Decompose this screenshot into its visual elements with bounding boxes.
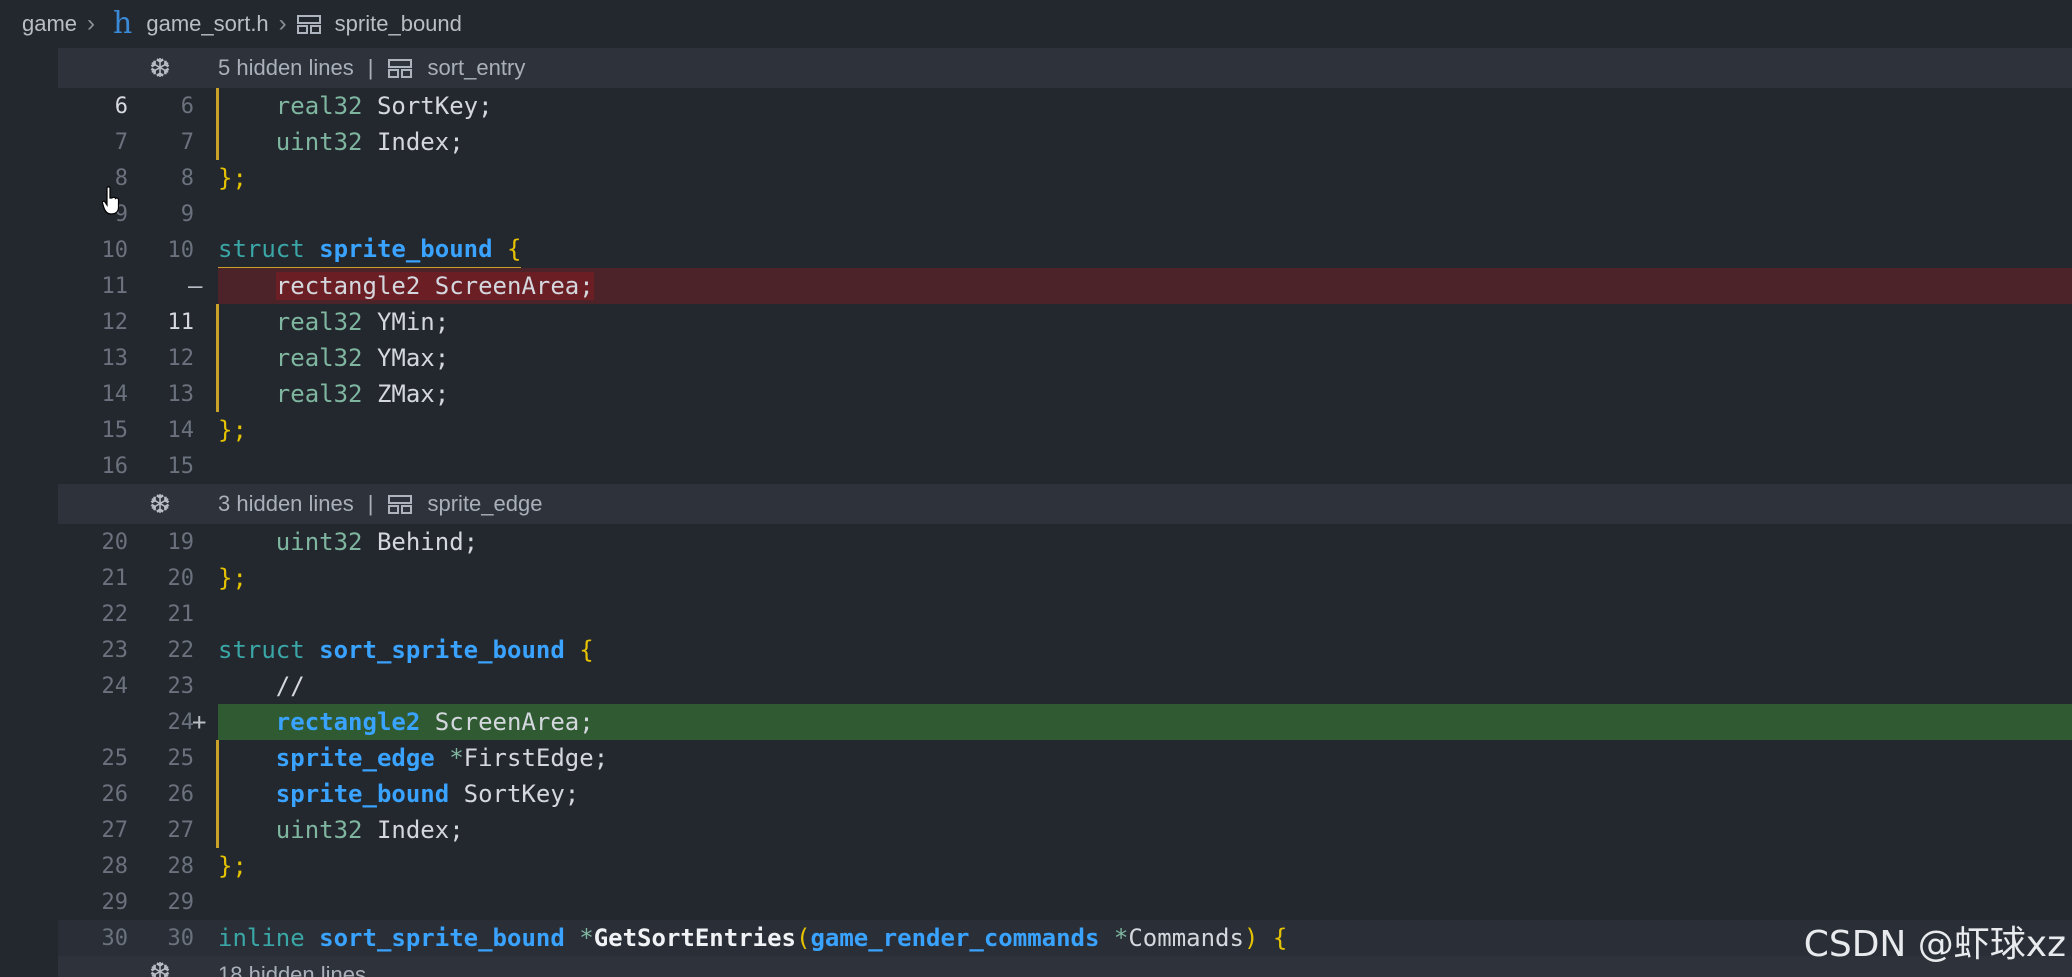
code-line[interactable]: 24 23 // <box>58 668 2072 704</box>
diff-editor[interactable]: ❆ 5 hidden lines | sort_entry 6 6 real32… <box>58 48 2072 977</box>
chevron-right-icon: › <box>278 10 287 37</box>
struct-icon <box>387 495 412 514</box>
code-line[interactable]: 23 22 struct sort_sprite_bound { <box>58 632 2072 668</box>
code-line[interactable]: 29 29 <box>58 884 2072 920</box>
code-line[interactable]: 15 14 }; <box>58 412 2072 448</box>
code-line[interactable]: 26 26 sprite_bound SortKey; <box>58 776 2072 812</box>
code-line[interactable]: 7 7 uint32 Index; <box>58 124 2072 160</box>
struct-icon <box>387 59 412 78</box>
fold-label[interactable]: 3 hidden lines | sprite_edge <box>218 491 542 517</box>
code-line[interactable]: 20 19 uint32 Behind; <box>58 524 2072 560</box>
watermark: CSDN @虾球xz <box>1803 924 2066 965</box>
header-file-icon: h <box>113 6 133 41</box>
code-line[interactable]: 22 21 <box>58 596 2072 632</box>
code-line[interactable]: 12 11 real32 YMin; <box>58 304 2072 340</box>
fold-label[interactable]: 18 hidden lines <box>218 962 366 977</box>
code-line[interactable]: 16 15 <box>58 448 2072 484</box>
unfold-icon[interactable]: ❆ <box>146 958 174 977</box>
hand-cursor-icon <box>102 186 120 215</box>
code-line[interactable]: 13 12 real32 YMax; <box>58 340 2072 376</box>
hidden-lines-fold[interactable]: ❆ 18 hidden lines <box>58 956 2072 977</box>
addition-marker: + <box>192 708 207 736</box>
chevron-right-icon: › <box>87 10 96 37</box>
code-line[interactable]: 30 30 inline sort_sprite_bound *GetSortE… <box>58 920 2072 956</box>
deletion-marker: — <box>188 272 203 300</box>
hidden-lines-fold[interactable]: ❆ 5 hidden lines | sort_entry <box>58 48 2072 88</box>
code-line[interactable]: 9 9 <box>58 196 2072 232</box>
hidden-lines-fold[interactable]: ❆ 3 hidden lines | sprite_edge <box>58 484 2072 524</box>
breadcrumb: game › h game_sort.h › sprite_bound <box>0 0 2072 48</box>
code-line[interactable]: 6 6 real32 SortKey; <box>58 88 2072 124</box>
unfold-icon[interactable]: ❆ <box>146 54 174 82</box>
unfold-icon[interactable]: ❆ <box>146 490 174 518</box>
code-line[interactable]: 27 27 uint32 Index; <box>58 812 2072 848</box>
struct-icon <box>296 15 321 34</box>
code-line[interactable]: 10 10 struct sprite_bound { <box>58 232 2072 269</box>
fold-label[interactable]: 5 hidden lines | sort_entry <box>218 55 525 81</box>
code-line[interactable]: 28 28 }; <box>58 848 2072 884</box>
breadcrumb-folder[interactable]: game <box>22 11 77 37</box>
added-line[interactable]: 24 + rectangle2 ScreenArea; <box>58 704 2072 740</box>
code-line[interactable]: 14 13 real32 ZMax; <box>58 376 2072 412</box>
code-line[interactable]: 21 20 }; <box>58 560 2072 596</box>
code-line[interactable]: 8 8 }; <box>58 160 2072 196</box>
left-margin <box>0 48 58 977</box>
code-line[interactable]: 25 25 sprite_edge *FirstEdge; <box>58 740 2072 776</box>
deleted-line[interactable]: 11 — rectangle2 ScreenArea; <box>58 268 2072 304</box>
breadcrumb-file[interactable]: game_sort.h <box>146 11 268 37</box>
breadcrumb-symbol[interactable]: sprite_bound <box>335 11 462 37</box>
